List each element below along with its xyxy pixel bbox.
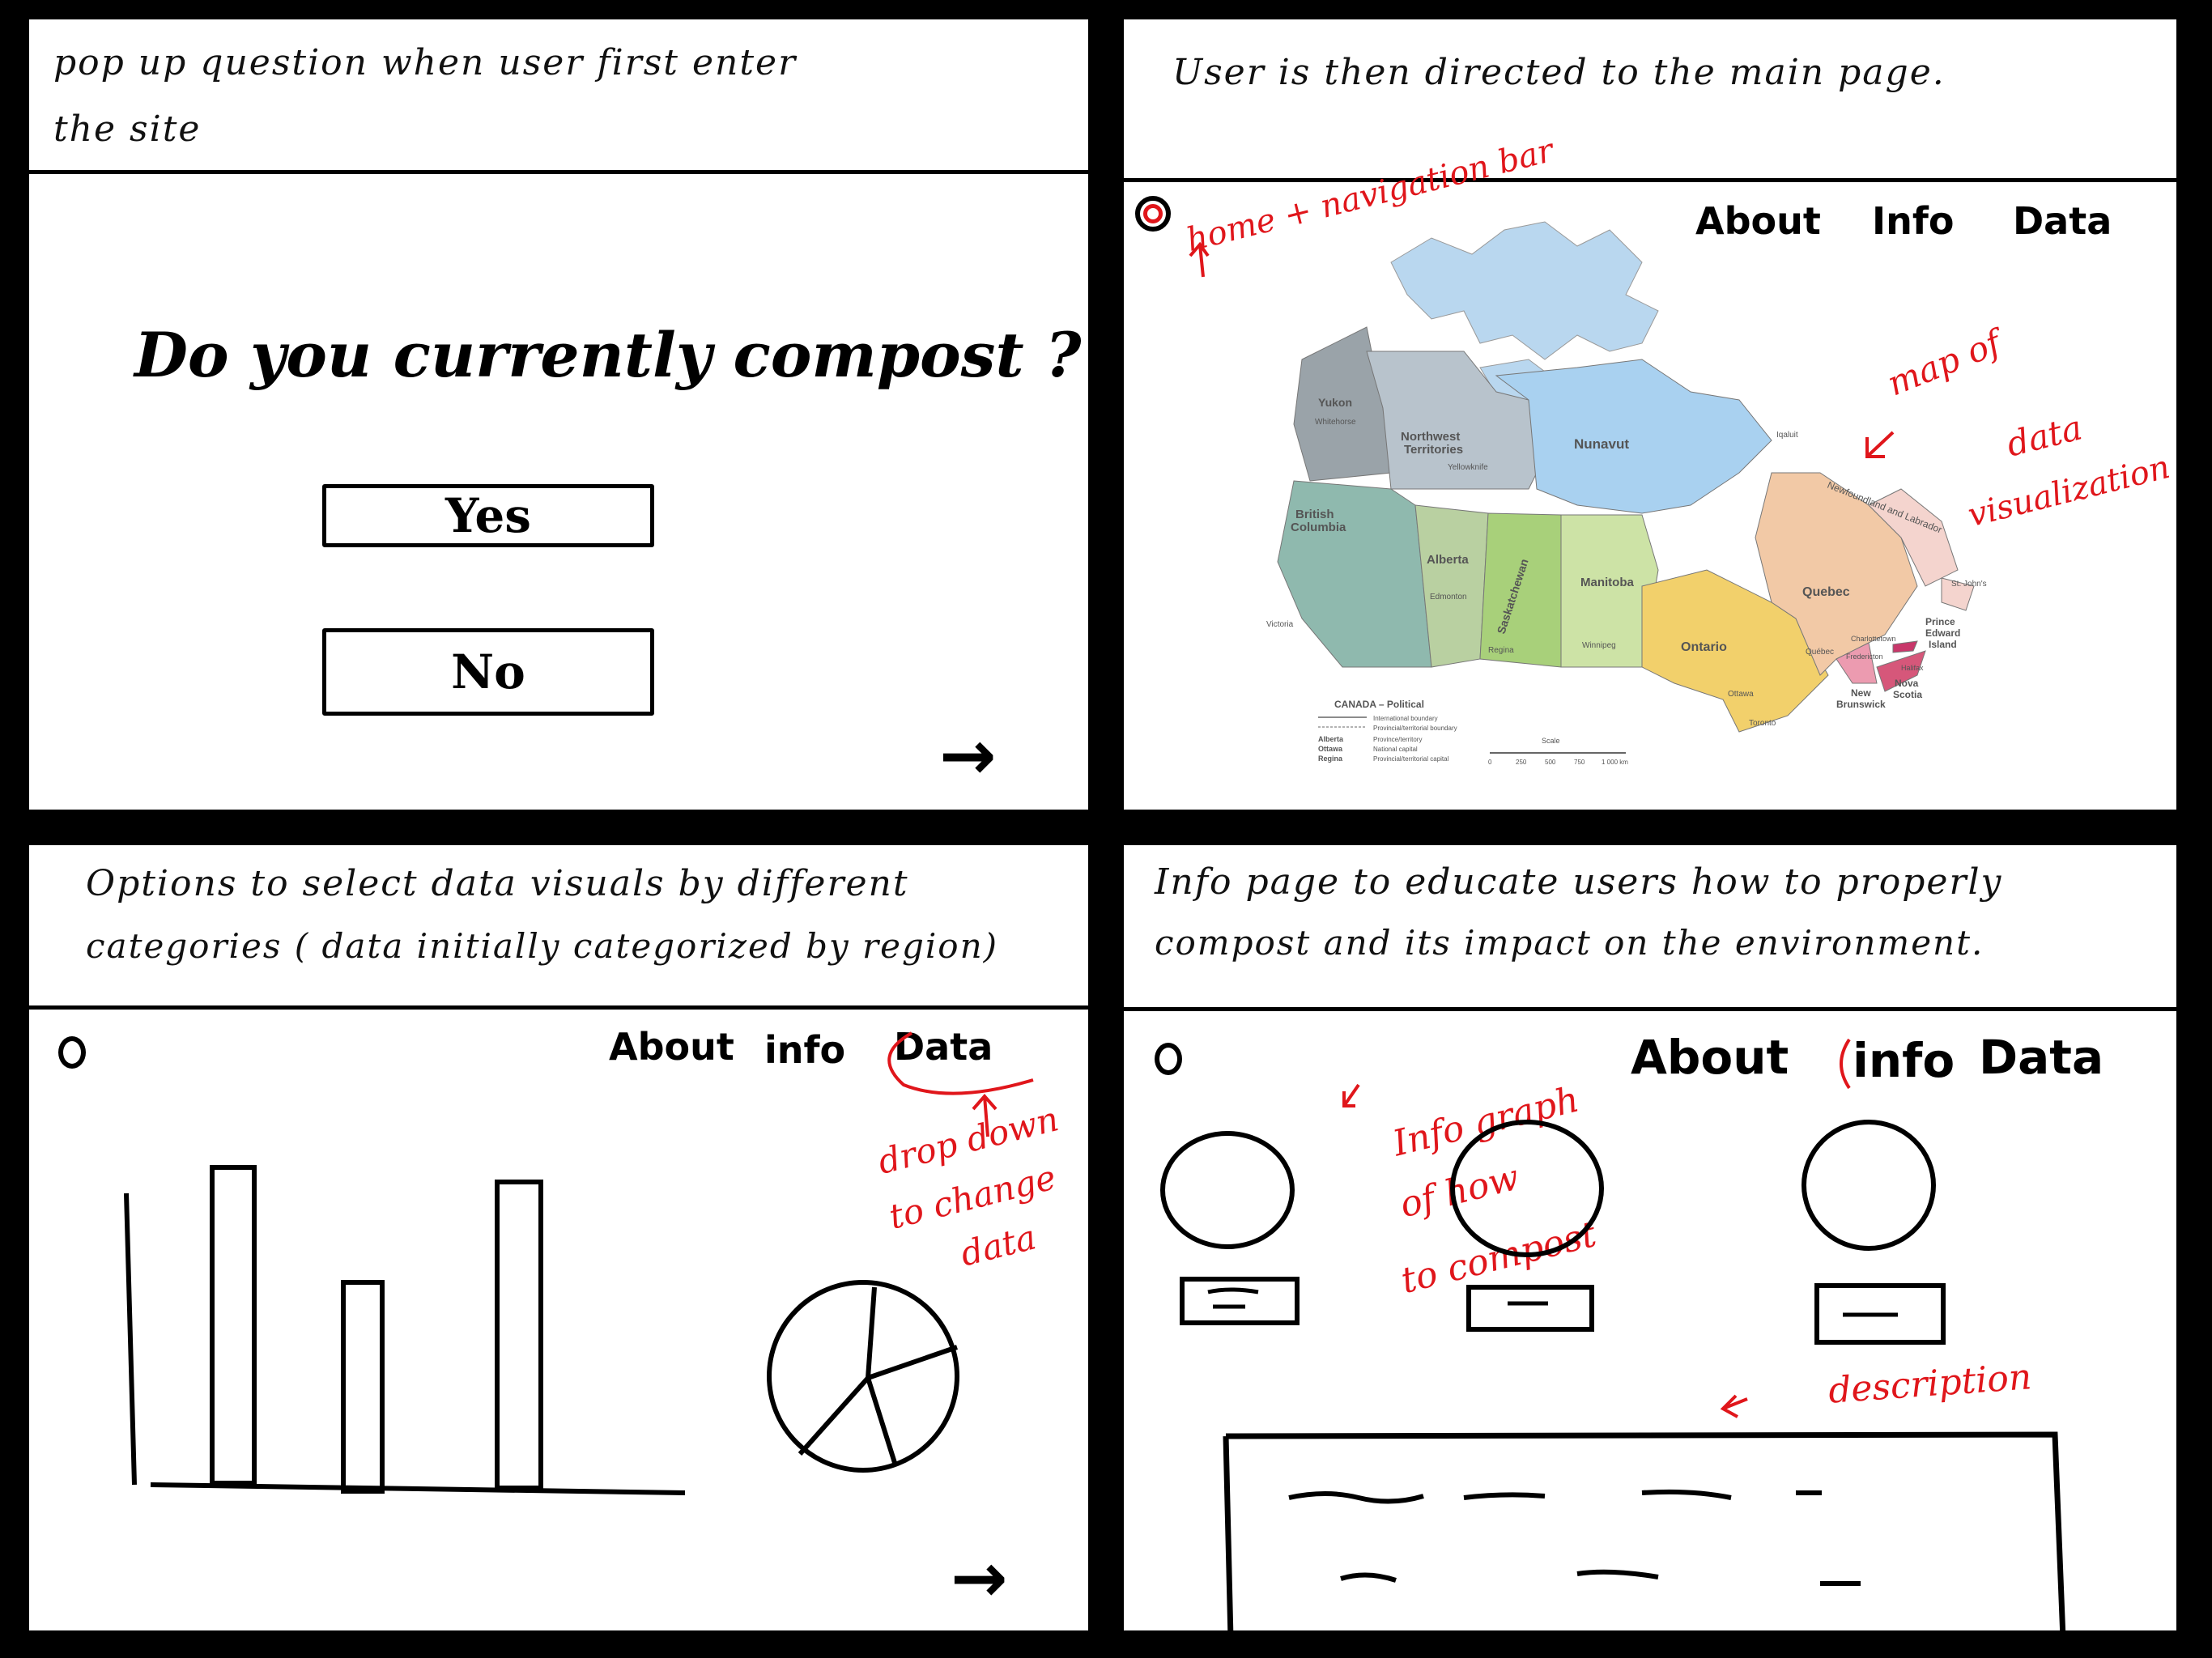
panel-data-page: Options to select data visuals by differ… [29,845,1088,1630]
infograph-box-2 [1466,1285,1594,1332]
infograph-circle-3 [1802,1120,1936,1251]
svg-text:St. John's: St. John's [1951,580,1987,589]
infograph-box-1 [1180,1277,1300,1325]
svg-text:250: 250 [1516,759,1527,766]
svg-text:Nunavut: Nunavut [1574,436,1629,452]
sketch-bar-3 [495,1180,543,1490]
panel3-sketch [124,1031,1034,1495]
panel4-sketch [1160,1038,2066,1630]
svg-text:Edward: Edward [1925,627,1960,639]
panel-main-page: User is then directed to the main page. … [1124,19,2176,810]
infograph-circle-2 [1450,1120,1604,1257]
svg-text:Iqaluit: Iqaluit [1776,431,1798,440]
svg-text:Northwest: Northwest [1401,430,1460,444]
panel1-divider [29,170,1088,174]
no-button[interactable]: No [322,628,654,716]
no-label: No [451,644,525,699]
svg-text:500: 500 [1545,759,1556,766]
panel-popup: pop up question when user first enter th… [29,19,1088,810]
panel1-caption-line2: the site [53,108,202,150]
svg-text:Scale: Scale [1542,737,1560,745]
svg-text:Scotia: Scotia [1893,689,1922,700]
svg-text:British: British [1295,508,1334,521]
svg-text:Halifax: Halifax [1901,664,1924,672]
annotation-circle-data [887,1031,1034,1095]
svg-text:National capital: National capital [1373,746,1418,753]
svg-text:750: 750 [1574,759,1585,766]
svg-text:Winnipeg: Winnipeg [1582,641,1616,650]
svg-text:Manitoba: Manitoba [1580,576,1634,589]
description-box [1223,1431,2066,1630]
svg-text:Québec: Québec [1806,648,1834,657]
label-yukon: Yukon [1318,396,1352,409]
panel-info-page: Info page to educate users how to proper… [1124,845,2176,1630]
svg-text:Alberta: Alberta [1318,735,1344,743]
svg-text:Fredericton: Fredericton [1846,653,1883,661]
svg-text:New: New [1851,687,1871,699]
svg-text:Ottawa: Ottawa [1318,745,1343,753]
sketch-bar-1 [210,1165,257,1486]
yes-button[interactable]: Yes [322,484,654,547]
svg-text:Alberta: Alberta [1427,553,1469,567]
svg-text:1 000 km: 1 000 km [1602,759,1628,766]
svg-text:Island: Island [1929,639,1957,650]
svg-text:Regina: Regina [1318,755,1343,763]
annotation-paren-info [1840,1038,1851,1090]
canada-map[interactable]: Yukon Whitehorse Northwest Territories Y… [1124,19,2176,810]
svg-text:Charlottetown: Charlottetown [1851,635,1896,643]
svg-text:Victoria: Victoria [1266,620,1294,629]
svg-text:International boundary: International boundary [1373,715,1438,722]
svg-text:Territories: Territories [1404,443,1463,457]
next-arrow-icon[interactable]: → [939,716,996,795]
map-nunavut [1495,359,1772,514]
svg-text:Nova: Nova [1895,678,1919,689]
svg-text:Brunswick: Brunswick [1836,699,1886,710]
svg-text:Quebec: Quebec [1802,585,1850,599]
svg-text:Prince: Prince [1925,616,1955,627]
svg-text:Columbia: Columbia [1291,521,1346,534]
svg-text:Yellowknife: Yellowknife [1448,463,1488,472]
annotation-arrow-desc [1720,1394,1748,1418]
yes-label: Yes [445,488,531,543]
next-arrow-icon[interactable]: → [951,1538,1007,1618]
svg-text:Toronto: Toronto [1749,719,1776,728]
sketch-pie-chart [767,1280,959,1473]
annotation-arrow-map [1865,431,1895,458]
sketch-bar-2 [341,1280,385,1494]
infograph-circle-1 [1160,1131,1295,1249]
svg-text:Provincial/territorial boundar: Provincial/territorial boundary [1373,725,1457,732]
svg-text:Edmonton: Edmonton [1430,593,1467,602]
map-arctic-islands [1390,221,1659,360]
annotation-arrow-nav [1189,241,1210,278]
svg-text:Ottawa: Ottawa [1728,690,1754,699]
annotation-arrow-data [972,1093,998,1137]
panel1-caption-line1: pop up question when user first enter [53,42,798,83]
svg-text:Province/territory: Province/territory [1373,736,1422,743]
svg-text:Ontario: Ontario [1681,640,1727,654]
svg-text:Regina: Regina [1488,646,1514,655]
svg-text:Provincial/territorial capital: Provincial/territorial capital [1373,755,1449,763]
popup-question: Do you currently compost ? [134,319,1082,391]
svg-text:CANADA – Political: CANADA – Political [1334,699,1424,710]
svg-text:0: 0 [1488,759,1492,766]
svg-text:Whitehorse: Whitehorse [1315,418,1356,427]
map-pei [1892,640,1918,653]
